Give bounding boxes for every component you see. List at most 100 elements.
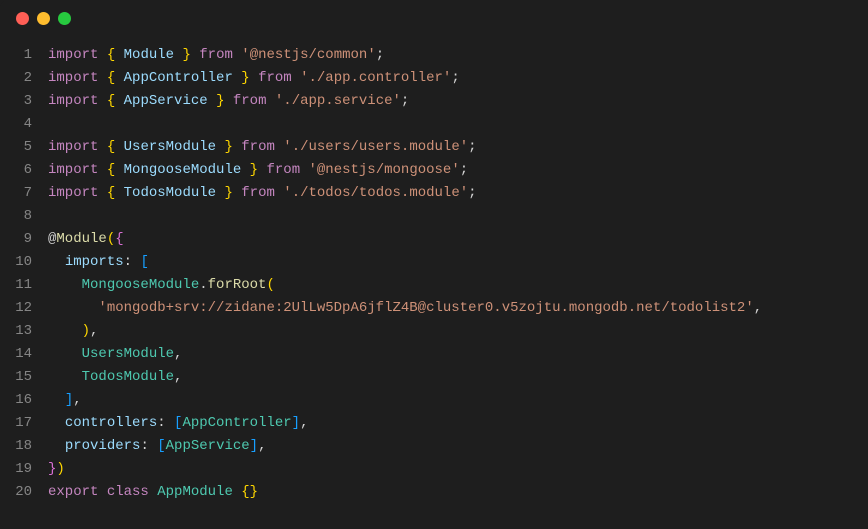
code-line[interactable]: import { AppController } from './app.con… xyxy=(48,67,868,90)
line-number: 1 xyxy=(0,44,32,67)
code-token xyxy=(98,70,106,86)
code-token: from xyxy=(258,70,292,86)
code-token xyxy=(115,162,123,178)
line-number: 5 xyxy=(0,136,32,159)
titlebar xyxy=(0,0,868,36)
code-token: import xyxy=(48,162,98,178)
code-line[interactable]: import { UsersModule } from './users/use… xyxy=(48,136,868,159)
code-line[interactable]: controllers: [AppController], xyxy=(48,412,868,435)
code-token: , xyxy=(174,346,182,362)
code-token: , xyxy=(73,392,81,408)
code-line[interactable]: import { MongooseModule } from '@nestjs/… xyxy=(48,159,868,182)
line-number: 11 xyxy=(0,274,32,297)
code-token: : xyxy=(124,254,141,270)
code-token xyxy=(98,139,106,155)
code-token xyxy=(250,70,258,86)
code-token xyxy=(48,300,98,316)
code-token xyxy=(48,323,82,339)
code-token: from xyxy=(233,93,267,109)
code-token: providers xyxy=(65,438,141,454)
code-line[interactable]: TodosModule, xyxy=(48,366,868,389)
code-token xyxy=(48,392,65,408)
code-token xyxy=(224,93,232,109)
code-token: ] xyxy=(65,392,73,408)
code-token: } xyxy=(224,139,232,155)
line-number: 7 xyxy=(0,182,32,205)
close-icon[interactable] xyxy=(16,12,29,25)
code-line[interactable]: providers: [AppService], xyxy=(48,435,868,458)
line-number: 19 xyxy=(0,458,32,481)
code-token: , xyxy=(754,300,762,316)
editor[interactable]: 1234567891011121314151617181920 import {… xyxy=(0,36,868,504)
line-number: 13 xyxy=(0,320,32,343)
code-line[interactable]: UsersModule, xyxy=(48,343,868,366)
code-line[interactable]: @Module({ xyxy=(48,228,868,251)
code-line[interactable] xyxy=(48,205,868,228)
code-token: { xyxy=(107,70,115,86)
code-token xyxy=(115,93,123,109)
code-line[interactable]: imports: [ xyxy=(48,251,868,274)
code-token xyxy=(48,369,82,385)
line-number: 9 xyxy=(0,228,32,251)
code-token: ) xyxy=(82,323,90,339)
code-token: , xyxy=(258,438,266,454)
line-number-gutter: 1234567891011121314151617181920 xyxy=(0,44,48,504)
code-token: AppService xyxy=(124,93,208,109)
code-window: 1234567891011121314151617181920 import {… xyxy=(0,0,868,529)
code-token: import xyxy=(48,70,98,86)
code-line[interactable]: ), xyxy=(48,320,868,343)
code-line[interactable]: import { AppService } from './app.servic… xyxy=(48,90,868,113)
code-line[interactable]: import { Module } from '@nestjs/common'; xyxy=(48,44,868,67)
code-token: { xyxy=(107,47,115,63)
code-token: [ xyxy=(157,438,165,454)
code-token: , xyxy=(174,369,182,385)
code-token: UsersModule xyxy=(82,346,174,362)
zoom-icon[interactable] xyxy=(58,12,71,25)
code-token: : xyxy=(157,415,174,431)
code-token: } xyxy=(182,47,190,63)
code-token: import xyxy=(48,139,98,155)
code-line[interactable]: }) xyxy=(48,458,868,481)
code-token: controllers xyxy=(65,415,157,431)
code-token: from xyxy=(241,185,275,201)
code-token: } xyxy=(250,162,258,178)
code-token: ] xyxy=(250,438,258,454)
line-number: 12 xyxy=(0,297,32,320)
code-token: UsersModule xyxy=(124,139,216,155)
code-token: , xyxy=(90,323,98,339)
code-token xyxy=(48,277,82,293)
code-token: AppController xyxy=(124,70,233,86)
code-token: , xyxy=(300,415,308,431)
line-number: 20 xyxy=(0,481,32,504)
line-number: 3 xyxy=(0,90,32,113)
code-line[interactable]: MongooseModule.forRoot( xyxy=(48,274,868,297)
code-token xyxy=(98,484,106,500)
line-number: 15 xyxy=(0,366,32,389)
code-token: './app.controller' xyxy=(300,70,451,86)
code-token: './todos/todos.module' xyxy=(283,185,468,201)
code-token: ; xyxy=(468,139,476,155)
code-area[interactable]: import { Module } from '@nestjs/common';… xyxy=(48,44,868,504)
code-token: imports xyxy=(65,254,124,270)
code-token: from xyxy=(241,139,275,155)
code-token: './app.service' xyxy=(275,93,401,109)
code-token xyxy=(208,93,216,109)
code-token xyxy=(266,93,274,109)
code-line[interactable]: ], xyxy=(48,389,868,412)
code-line[interactable]: 'mongodb+srv://zidane:2UlLw5DpA6jflZ4B@c… xyxy=(48,297,868,320)
code-token: ; xyxy=(401,93,409,109)
code-line[interactable] xyxy=(48,113,868,136)
code-line[interactable]: export class AppModule {} xyxy=(48,481,868,504)
code-token xyxy=(48,415,65,431)
code-line[interactable]: import { TodosModule } from './todos/tod… xyxy=(48,182,868,205)
code-token: . xyxy=(199,277,207,293)
line-number: 4 xyxy=(0,113,32,136)
line-number: 16 xyxy=(0,389,32,412)
line-number: 8 xyxy=(0,205,32,228)
code-token: from xyxy=(266,162,300,178)
code-token: import xyxy=(48,47,98,63)
code-token: TodosModule xyxy=(124,185,216,201)
minimize-icon[interactable] xyxy=(37,12,50,25)
code-token: { xyxy=(115,231,123,247)
code-token: AppService xyxy=(166,438,250,454)
